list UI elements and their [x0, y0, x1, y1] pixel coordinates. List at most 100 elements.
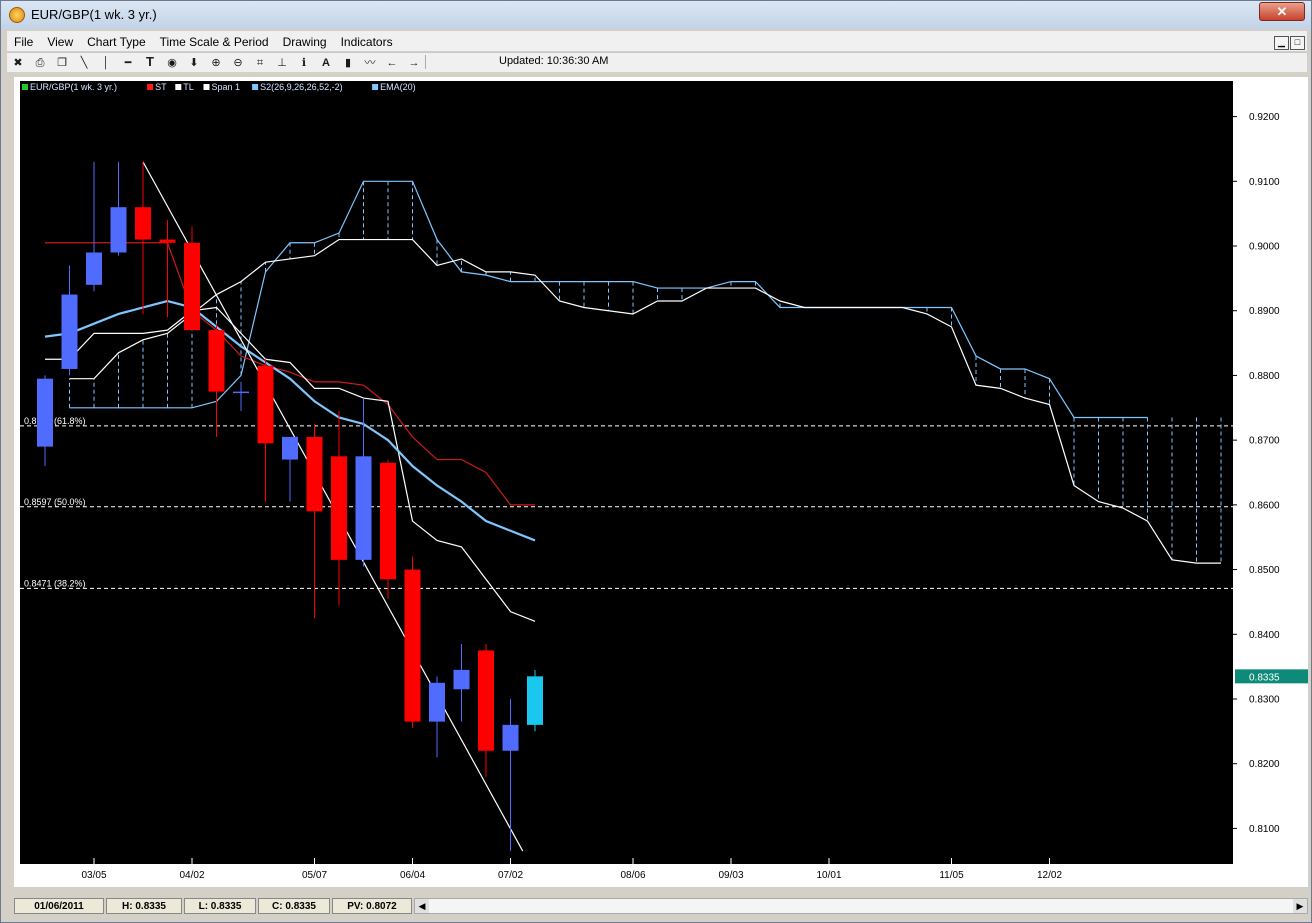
chart-svg[interactable]: EUR/GBP(1 wk. 3 yr.) ST TL Span 1 S2(26,9,26…: [14, 77, 1308, 887]
candle-body: [184, 242, 200, 331]
x-tick-label: 12/02: [1037, 870, 1062, 881]
text-icon[interactable]: T: [139, 53, 161, 71]
zoom-out-icon[interactable]: ⊖: [227, 54, 249, 72]
legend-swatch: [372, 84, 379, 90]
bar-chart-icon[interactable]: ▮: [337, 54, 359, 72]
y-tick-label: 0.8800: [1249, 371, 1280, 382]
horizontal-line-icon[interactable]: ━: [117, 54, 139, 72]
close-button[interactable]: ✕: [1259, 2, 1305, 21]
window-title: EUR/GBP(1 wk. 3 yr.): [31, 7, 157, 22]
menu-time-scale[interactable]: Time Scale & Period: [153, 31, 276, 53]
x-tick-label: 09/03: [718, 870, 743, 881]
mdi-controls: ▁ □: [1273, 32, 1305, 50]
candle-body: [502, 724, 519, 751]
legend-label: EMA(20): [380, 82, 416, 92]
candle-body: [37, 378, 53, 447]
legend-swatch: [22, 84, 28, 90]
candle-body: [159, 239, 176, 243]
menu-view[interactable]: View: [40, 31, 80, 53]
app-icon: [9, 7, 25, 23]
delete-icon[interactable]: ✖: [7, 54, 29, 72]
candle-body: [208, 330, 225, 392]
x-tick-label: 10/01: [816, 870, 841, 881]
scroll-right-icon[interactable]: ▶: [1293, 899, 1307, 913]
candle-body: [355, 456, 372, 560]
y-tick-label: 0.9100: [1249, 177, 1280, 188]
x-tick-label: 04/02: [179, 870, 204, 881]
x-tick-label: 07/02: [498, 870, 523, 881]
y-tick-label: 0.8100: [1249, 824, 1280, 835]
candle-body: [306, 436, 323, 512]
y-tick-label: 0.8500: [1249, 565, 1280, 576]
candle-body: [527, 676, 543, 725]
down-arrow-icon[interactable]: ⬇: [183, 54, 205, 72]
status-high: H: 0.8335: [106, 898, 182, 914]
y-tick-label: 0.8400: [1249, 630, 1280, 641]
legend-label: EUR/GBP(1 wk. 3 yr.): [30, 82, 117, 92]
legend-label: S2(26,9,26,26,52,-2): [260, 82, 343, 92]
fit-icon[interactable]: ⌗: [249, 54, 271, 72]
menu-indicators[interactable]: Indicators: [334, 31, 400, 53]
updated-time: Updated: 10:36:30 AM: [499, 55, 609, 67]
x-tick-label: 11/05: [939, 870, 964, 881]
candle-body: [429, 682, 445, 722]
candle-body: [380, 462, 396, 580]
label-icon[interactable]: A: [315, 54, 337, 72]
toolbar: ✖ ⎙ ❐ ╲ │ ━ T ◉ ⬇ ⊕ ⊖ ⌗ ⊥ ℹ A ▮ 〰 ← → Updated: 10:36:30 AM: [7, 52, 1307, 72]
x-tick-label: 03/05: [81, 870, 106, 881]
candle-body: [331, 456, 347, 560]
y-tick-label: 0.8900: [1249, 306, 1280, 317]
fib-level-label: 0.8471 (38.2%): [24, 578, 86, 588]
arrow-right-icon[interactable]: →: [403, 54, 425, 72]
candle-body: [257, 365, 274, 444]
y-tick-label: 0.8700: [1249, 436, 1280, 447]
print-icon[interactable]: ⎙: [29, 54, 51, 72]
x-tick-label: 05/07: [302, 870, 327, 881]
menu-chart-type[interactable]: Chart Type: [80, 31, 152, 53]
legend-swatch: [175, 84, 182, 90]
toolbar-separator: [425, 55, 432, 69]
status-bar: 01/06/2011 H: 0.8335 L: 0.8335 C: 0.8335…: [14, 896, 1308, 918]
vertical-line-icon[interactable]: │: [95, 54, 117, 72]
info-icon[interactable]: ℹ: [293, 54, 315, 72]
legend-swatch: [147, 84, 154, 90]
legend-swatch: [203, 84, 210, 90]
target-icon[interactable]: ◉: [161, 54, 183, 72]
menu-bar: File View Chart Type Time Scale & Period Dra…: [7, 31, 1307, 51]
candle-body: [135, 207, 151, 240]
app-window: EUR/GBP(1 wk. 3 yr.) ✕ File View Chart Typ…: [0, 0, 1312, 923]
status-close: C: 0.8335: [258, 898, 330, 914]
scroll-left-icon[interactable]: ◀: [415, 899, 429, 913]
copy-icon[interactable]: ❐: [51, 54, 73, 72]
fib-level-label: 0.8597 (50.0%): [24, 497, 86, 507]
y-tick-label: 0.9000: [1249, 242, 1280, 253]
candle-body: [233, 391, 249, 394]
fib-level-label: 0.8722 (61.8%): [24, 416, 86, 426]
current-price-label: 0.8335: [1249, 672, 1280, 683]
legend-label: ST: [155, 82, 167, 92]
line-chart-icon[interactable]: 〰: [359, 54, 381, 72]
horizontal-scrollbar[interactable]: ◀ ▶: [414, 898, 1308, 914]
status-date: 01/06/2011: [14, 898, 104, 914]
status-pv: PV: 0.8072: [332, 898, 412, 914]
chart-area[interactable]: EUR/GBP(1 wk. 3 yr.) ST TL Span 1 S2(26,9,26…: [14, 77, 1308, 887]
legend-label: TL: [183, 82, 194, 92]
menu-file[interactable]: File: [7, 31, 40, 53]
fibonacci-icon[interactable]: ⊥: [271, 54, 293, 72]
mdi-minimize-button[interactable]: ▁: [1274, 36, 1289, 50]
plot-background: [20, 81, 1233, 864]
candle-body: [478, 650, 494, 751]
candle-body: [86, 252, 102, 285]
zoom-in-icon[interactable]: ⊕: [205, 54, 227, 72]
y-tick-label: 0.8300: [1249, 694, 1280, 705]
arrow-left-icon[interactable]: ←: [381, 54, 403, 72]
menu-drawing[interactable]: Drawing: [276, 31, 334, 53]
candle-body: [404, 569, 421, 722]
y-tick-label: 0.9200: [1249, 112, 1280, 123]
x-tick-label: 08/06: [620, 870, 645, 881]
title-bar: EUR/GBP(1 wk. 3 yr.) ✕: [1, 1, 1311, 29]
x-tick-label: 06/04: [400, 870, 425, 881]
trendline-icon[interactable]: ╲: [73, 54, 95, 72]
mdi-maximize-button[interactable]: □: [1290, 36, 1305, 50]
y-tick-label: 0.8600: [1249, 500, 1280, 511]
